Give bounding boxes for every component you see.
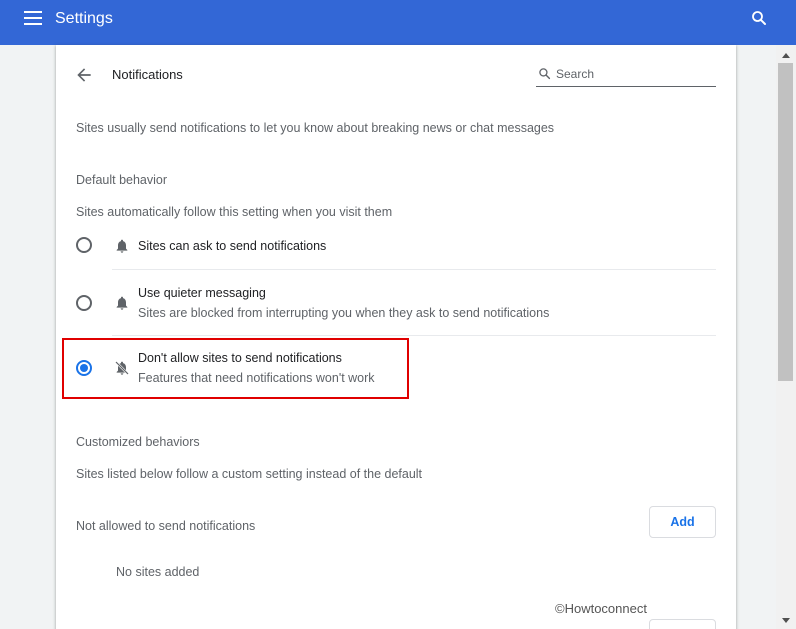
- search-field[interactable]: [536, 63, 716, 87]
- notifications-settings-card: Notifications Sites usually send notific…: [56, 45, 736, 629]
- hamburger-menu-icon[interactable]: [24, 11, 42, 25]
- page-description: Sites usually send notifications to let …: [76, 121, 555, 135]
- search-icon: [539, 68, 551, 80]
- back-arrow-icon[interactable]: [74, 65, 94, 85]
- divider: [112, 269, 716, 270]
- app-title: Settings: [55, 10, 113, 27]
- option-label: Sites can ask to send notifications: [138, 239, 327, 253]
- bell-icon: [114, 295, 130, 311]
- add-site-button[interactable]: Add: [649, 506, 716, 538]
- watermark: ©Howtoconnect: [555, 601, 647, 616]
- scroll-down-arrow-icon[interactable]: [782, 618, 790, 623]
- divider: [112, 335, 716, 336]
- option-sublabel: Sites are blocked from interrupting you …: [138, 306, 550, 320]
- bell-icon: [114, 238, 130, 254]
- default-behavior-heading: Default behavior: [76, 173, 168, 187]
- customized-behaviors-subtitle: Sites listed below follow a custom setti…: [76, 467, 423, 481]
- top-app-bar: Settings: [0, 0, 796, 45]
- page-title: Notifications: [112, 67, 183, 82]
- search-input[interactable]: [556, 65, 711, 83]
- option-label: Don't allow sites to send notifications: [138, 351, 342, 365]
- bell-off-icon: [114, 360, 130, 376]
- radio-sites-can-ask[interactable]: [76, 237, 92, 253]
- default-behavior-subtitle: Sites automatically follow this setting …: [76, 205, 393, 219]
- customized-behaviors-heading: Customized behaviors: [76, 435, 200, 449]
- scrollbar[interactable]: [776, 45, 796, 629]
- search-icon[interactable]: [750, 9, 768, 27]
- option-label: Use quieter messaging: [138, 286, 266, 300]
- scrollbar-thumb[interactable]: [778, 63, 793, 381]
- radio-quieter-messaging[interactable]: [76, 295, 92, 311]
- option-sublabel: Features that need notifications won't w…: [138, 371, 375, 385]
- no-sites-text: No sites added: [116, 565, 200, 579]
- scroll-up-arrow-icon[interactable]: [782, 53, 790, 58]
- add-site-button-partial[interactable]: [649, 619, 716, 629]
- radio-dont-allow[interactable]: [76, 360, 92, 376]
- not-allowed-label: Not allowed to send notifications: [76, 519, 256, 533]
